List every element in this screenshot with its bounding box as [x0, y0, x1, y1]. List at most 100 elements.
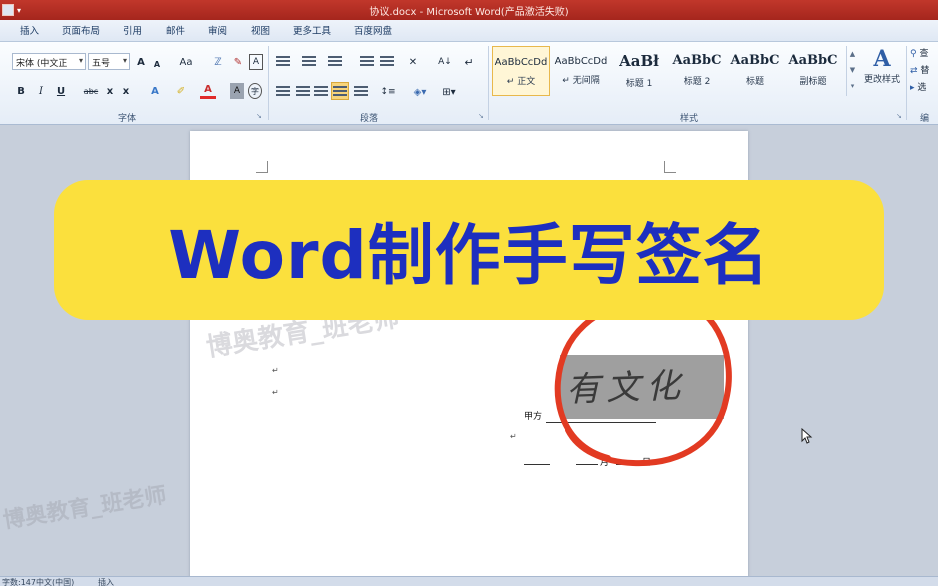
strikethrough-button[interactable]: abc	[82, 83, 100, 99]
underline-button[interactable]: U	[54, 83, 68, 99]
paragraph-mark: ↵	[272, 388, 279, 397]
select-button[interactable]: ▸ 选	[910, 80, 938, 97]
ribbon: 宋体 (中文正 ▾ 五号 ▾ A A Aa ℤ ✎ A B I U abc x …	[0, 42, 938, 125]
chevron-down-icon: ▾	[78, 56, 83, 65]
borders-icon[interactable]: ⊞▾	[438, 84, 460, 100]
clear-format-icon[interactable]: ✎	[230, 54, 246, 70]
title-banner: Word制作手写签名	[54, 180, 884, 320]
select-label: 选	[917, 83, 927, 93]
chinese-layout-icon[interactable]: ✕	[404, 54, 422, 70]
style-normal[interactable]: AaBbCcDd ↵ 正文	[492, 46, 550, 96]
font-size-combo[interactable]: 五号 ▾	[88, 53, 130, 70]
enclose-char-icon[interactable]: 字	[248, 83, 262, 99]
style-name: 标题	[745, 77, 764, 87]
margin-corner	[664, 161, 676, 173]
font-color-icon[interactable]: A	[200, 83, 216, 99]
margin-corner	[256, 161, 268, 173]
show-marks-icon[interactable]: ↵	[462, 54, 476, 70]
tab-more-tools[interactable]: 更多工具	[293, 23, 331, 37]
align-right-icon[interactable]	[314, 86, 328, 98]
style-title[interactable]: AaBbC 标题	[726, 46, 784, 96]
highlight-icon[interactable]: ✐	[172, 83, 190, 99]
replace-button[interactable]: ⇄ 替	[910, 63, 938, 80]
char-shading-icon[interactable]: A	[230, 83, 244, 99]
chevron-down-icon: ▾	[122, 56, 127, 65]
char-border-icon[interactable]: A	[249, 54, 263, 70]
phonetic-guide-icon[interactable]: ℤ	[210, 54, 226, 70]
shading-icon[interactable]: ◈▾	[410, 84, 430, 100]
bullets-icon[interactable]	[276, 56, 290, 68]
align-center-icon[interactable]	[296, 86, 310, 98]
sort-icon[interactable]: A↓	[436, 54, 454, 70]
style-sample: AaBbC	[730, 53, 780, 68]
tab-mailings[interactable]: 邮件	[166, 23, 185, 37]
grow-font-button[interactable]: A	[134, 54, 148, 70]
find-button[interactable]: ⚲ 查	[910, 46, 938, 63]
font-name-combo[interactable]: 宋体 (中文正 ▾	[12, 53, 86, 70]
style-subtitle[interactable]: AaBbC 副标题	[784, 46, 842, 96]
style-sample: AaBbCcDd	[494, 57, 548, 68]
style-gallery-scroll[interactable]: ▲ ▼ ▾	[846, 46, 858, 96]
group-divider	[488, 46, 489, 120]
superscript-button[interactable]: x	[120, 83, 132, 99]
line-spacing-icon[interactable]: ↕≡	[378, 84, 398, 100]
style-no-spacing[interactable]: AaBbCcDd ↵ 无间隔	[552, 46, 610, 96]
style-sample: AaBł	[619, 52, 659, 70]
chevron-up-icon[interactable]: ▲	[847, 46, 858, 62]
paragraph-mark: ↵	[510, 432, 517, 441]
distributed-icon[interactable]	[354, 86, 368, 98]
style-name: ↵ 正文	[506, 77, 536, 87]
group-divider	[906, 46, 907, 120]
word-count[interactable]: 字数:147	[2, 577, 36, 586]
window-title: 协议.docx - Microsoft Word(产品激活失败)	[369, 7, 569, 18]
tab-page-layout[interactable]: 页面布局	[62, 23, 100, 37]
chevron-down-icon[interactable]: ▼	[847, 62, 858, 78]
text-effects-icon[interactable]: A	[146, 83, 164, 99]
style-sample: AaBbCcDd	[554, 56, 608, 67]
replace-label: 替	[920, 66, 930, 76]
group-divider	[268, 46, 269, 120]
mouse-cursor-icon	[801, 428, 813, 444]
font-size-value: 五号	[92, 59, 111, 69]
subscript-button[interactable]: x	[104, 83, 116, 99]
style-sample: AaBbC	[672, 53, 722, 68]
status-bar: 字数:147 中文(中国) 插入	[0, 576, 938, 586]
align-left-icon[interactable]	[276, 86, 290, 98]
ribbon-tabs: 插入 页面布局 引用 邮件 审阅 视图 更多工具 百度网盘	[0, 20, 938, 42]
change-styles-button[interactable]: A 更改样式	[860, 46, 904, 85]
insert-mode[interactable]: 插入	[98, 577, 114, 586]
styles-dialog-launcher[interactable]: ↘	[896, 112, 902, 120]
numbering-icon[interactable]	[302, 56, 316, 68]
font-group-label: 字体	[118, 114, 137, 124]
editing-group-label: 编	[920, 114, 930, 124]
italic-button[interactable]: I	[34, 83, 48, 99]
justify-icon	[333, 86, 347, 98]
title-bar: ▾ 协议.docx - Microsoft Word(产品激活失败)	[0, 0, 938, 20]
style-sample: AaBbC	[788, 53, 838, 68]
font-name-value: 宋体 (中文正	[16, 59, 68, 69]
gallery-more-icon[interactable]: ▾	[847, 78, 858, 94]
style-heading-1[interactable]: AaBł 标题 1	[610, 46, 668, 96]
style-name: ↵ 无间隔	[562, 76, 600, 86]
find-label: 查	[919, 49, 929, 59]
font-dialog-launcher[interactable]: ↘	[256, 112, 262, 120]
change-case-button[interactable]: Aa	[176, 54, 196, 70]
increase-indent-icon[interactable]	[380, 56, 394, 68]
shrink-font-button[interactable]: A	[151, 56, 163, 72]
change-styles-label: 更改样式	[863, 75, 900, 85]
tab-review[interactable]: 审阅	[208, 23, 227, 37]
tab-view[interactable]: 视图	[251, 23, 270, 37]
tab-baidu-netdisk[interactable]: 百度网盘	[354, 23, 392, 37]
bold-button[interactable]: B	[14, 83, 28, 99]
tab-insert[interactable]: 插入	[20, 23, 39, 37]
multilevel-list-icon[interactable]	[328, 56, 342, 68]
style-heading-2[interactable]: AaBbC 标题 2	[668, 46, 726, 96]
styles-group-label: 样式	[680, 114, 699, 124]
paragraph-dialog-launcher[interactable]: ↘	[478, 112, 484, 120]
language-indicator[interactable]: 中文(中国)	[36, 577, 74, 586]
decrease-indent-icon[interactable]	[360, 56, 374, 68]
style-name: 标题 1	[625, 79, 653, 89]
editing-group: ⚲ 查 ⇄ 替 ▸ 选	[910, 46, 938, 97]
banner-title: Word制作手写签名	[168, 217, 770, 294]
tab-references[interactable]: 引用	[123, 23, 142, 37]
